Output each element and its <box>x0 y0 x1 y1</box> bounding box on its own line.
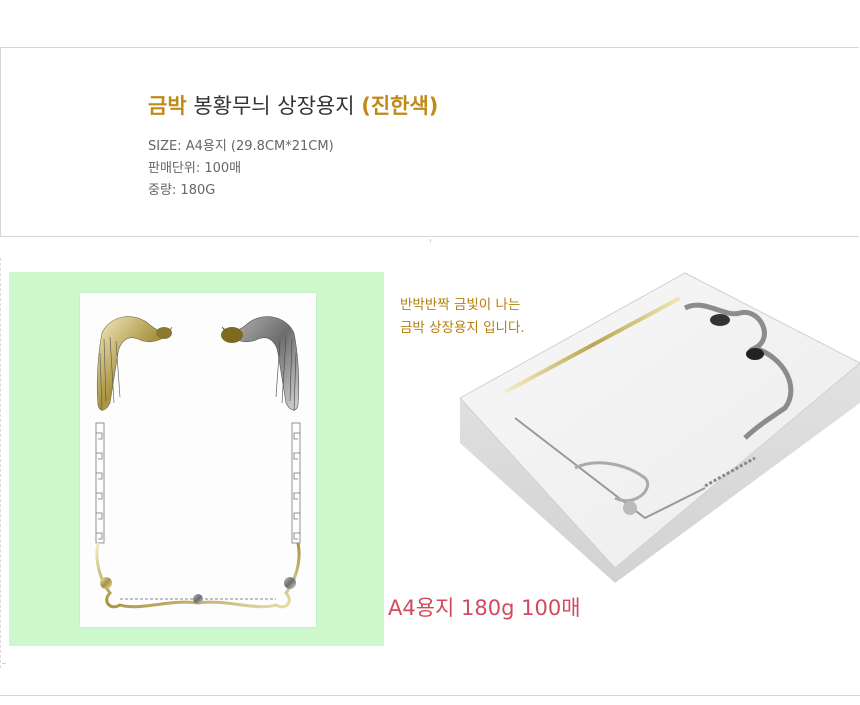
spec-unit: 판매단위: 100매 <box>148 161 242 176</box>
product-title: 금박 봉황무늬 상장용지 (진한색) <box>148 90 438 120</box>
divider <box>430 239 431 242</box>
phoenix-border-front <box>95 316 301 609</box>
product-info-box <box>0 47 859 237</box>
title-main: 봉황무늬 상장용지 <box>186 94 362 118</box>
spec-weight: 중량: 180G <box>148 183 216 198</box>
title-suffix: (진한색) <box>361 94 439 118</box>
left-border-band <box>95 422 105 544</box>
right-phoenix-icon <box>221 316 300 412</box>
section-tick <box>2 663 6 664</box>
bottom-floral-border <box>95 542 301 609</box>
section-divider <box>0 695 860 696</box>
title-prefix: 금박 <box>148 94 187 118</box>
left-phoenix-icon <box>96 316 173 412</box>
right-border-band <box>291 422 301 544</box>
certificate-paper-stack-angled <box>459 272 860 583</box>
spec-size: SIZE: A4용지 (29.8CM*21CM) <box>148 139 334 154</box>
size-weight-quantity-label: A4용지 180g 100매 <box>388 596 581 620</box>
